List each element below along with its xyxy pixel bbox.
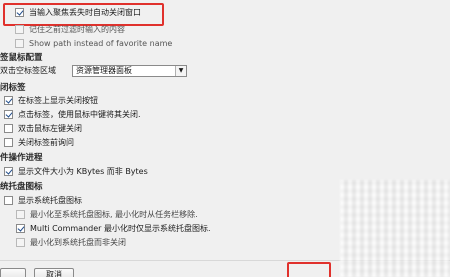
checkbox-icon[interactable] (16, 209, 25, 219)
double-click-label: 双击空标签区域 (0, 66, 56, 75)
option-show-path[interactable]: Show path instead of favorite name (15, 38, 172, 50)
section-heading-tab-mouse: 签鼠标配置 (0, 53, 43, 63)
checkbox-icon[interactable] (4, 137, 13, 147)
checkbox-icon[interactable] (4, 95, 13, 105)
settings-dialog: 当输入聚焦丢失时自动关闭窗口 记住之前过滤时输入的内容 Show path in… (0, 0, 450, 277)
option-show-close-button[interactable]: 在标签上显示关闭按钮 (4, 95, 98, 107)
checkbox-icon[interactable] (16, 237, 25, 247)
checkbox-icon[interactable] (15, 24, 24, 34)
option-remember-filter[interactable]: 记住之前过滤时输入的内容 (15, 24, 125, 36)
option-show-kbytes[interactable]: 显示文件大小为 KBytes 而非 Bytes (4, 166, 148, 178)
option-double-click-close[interactable]: 双击鼠标左键关闭 (4, 123, 82, 135)
ok-button-partial[interactable] (0, 268, 26, 277)
cancel-button[interactable]: 取消 (34, 268, 74, 277)
option-auto-close-on-focus-lost[interactable]: 当输入聚焦丢失时自动关闭窗口 (15, 7, 141, 19)
checkbox-icon[interactable] (15, 7, 24, 17)
chevron-down-icon[interactable]: ▼ (175, 66, 186, 76)
section-heading-file-ops: 件操作进程 (0, 153, 43, 163)
option-ask-before-close[interactable]: 关闭标签前询问 (4, 137, 74, 149)
option-middle-click-close[interactable]: 点击标签，使用鼠标中键将其关闭. (4, 109, 141, 121)
option-minimize-instead-of-close[interactable]: 最小化到系统托盘而非关闭 (16, 237, 126, 249)
checkbox-icon[interactable] (16, 223, 25, 233)
checkbox-icon[interactable] (15, 38, 24, 48)
option-minimize-to-tray[interactable]: 最小化至系统托盘图标, 最小化时从任务栏移除. (16, 209, 198, 221)
checkbox-icon[interactable] (4, 123, 13, 133)
option-show-tray-icon[interactable]: 显示系统托盘图标 (4, 195, 82, 207)
highlight-box-bottom (287, 262, 331, 277)
section-heading-close-tab: 闭标签 (0, 83, 26, 93)
checkbox-icon[interactable] (4, 195, 13, 205)
option-tray-only-when-minimized[interactable]: Multi Commander 最小化时仅显示系统托盘图标. (16, 223, 211, 235)
double-click-action-select[interactable]: 资源管理器面板 ▼ (72, 65, 187, 77)
checkbox-icon[interactable] (4, 109, 13, 119)
checkbox-icon[interactable] (4, 166, 13, 176)
watermark-blur (340, 180, 450, 277)
section-heading-tray: 统托盘图标 (0, 182, 43, 192)
